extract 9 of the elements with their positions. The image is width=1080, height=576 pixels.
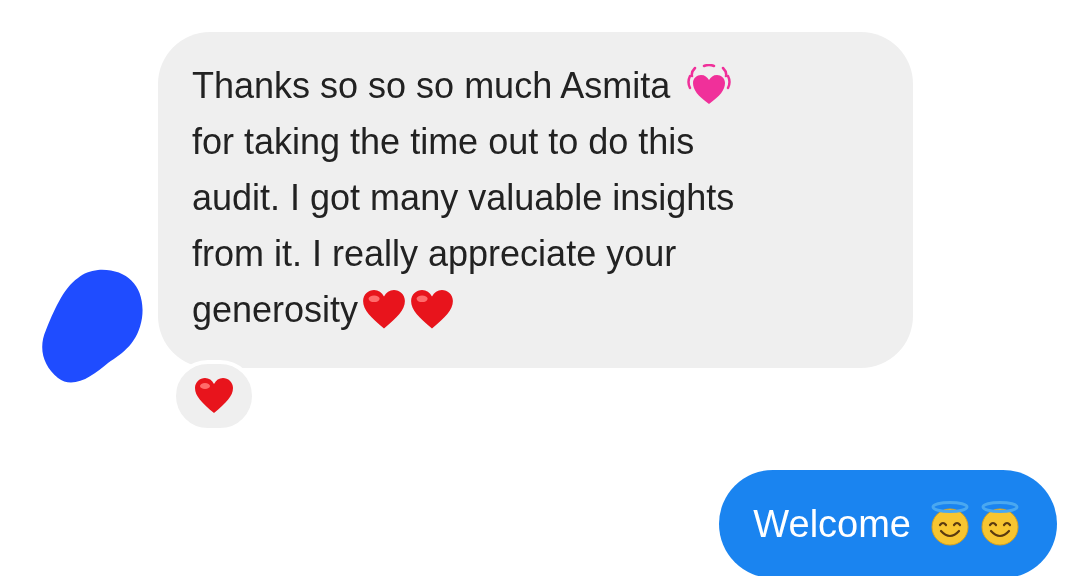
heart-icon (362, 290, 407, 330)
message-text: audit. I got many valuable insights (192, 176, 735, 220)
message-text: Thanks so so so much Asmita (192, 64, 671, 108)
message-text: for taking the time out to do this (192, 120, 695, 164)
message-text: generosity (192, 288, 359, 332)
message-text: from it. I really appreciate your (192, 232, 677, 276)
heart-icon (410, 290, 455, 330)
heart-icon (194, 378, 234, 414)
message-text: Welcome (753, 501, 911, 547)
